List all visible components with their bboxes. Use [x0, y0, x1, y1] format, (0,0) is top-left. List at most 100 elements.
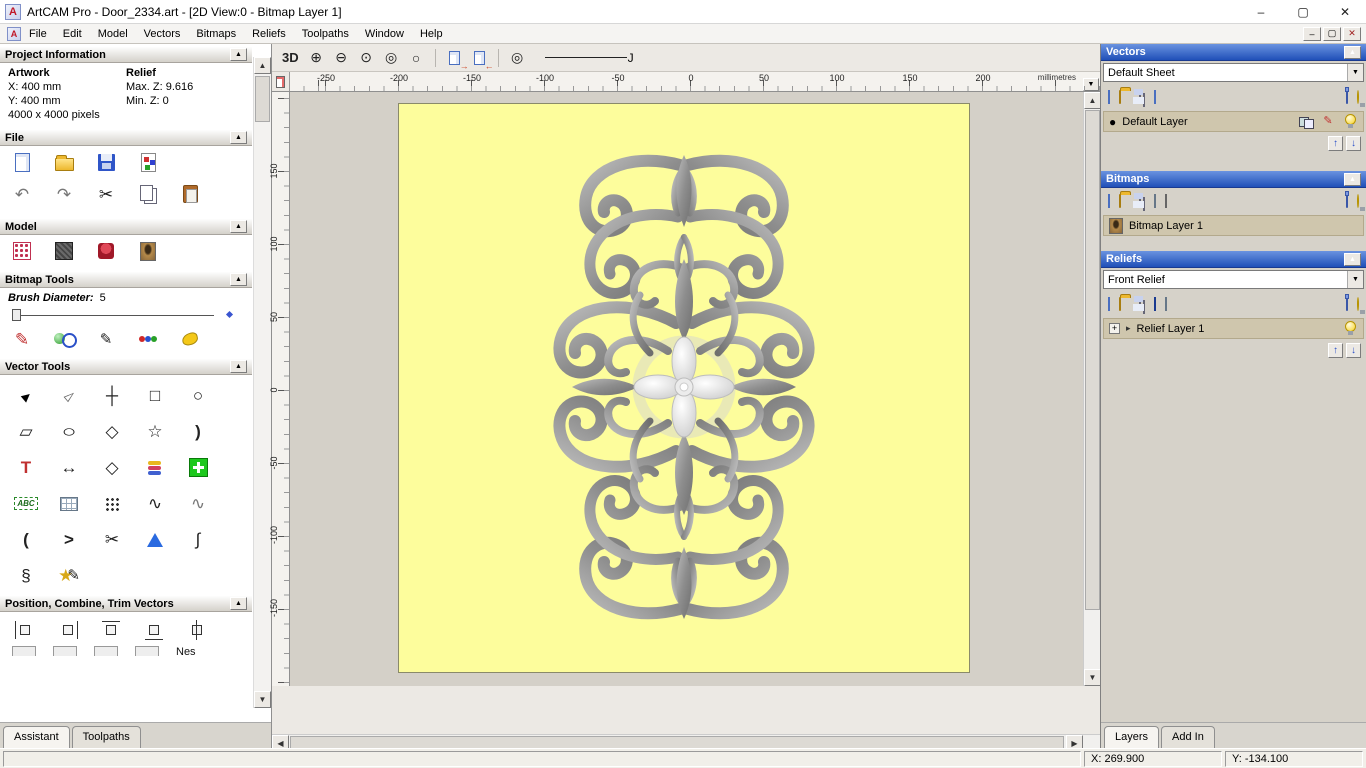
relief-layer-row[interactable]: + ▸ Relief Layer 1	[1103, 318, 1364, 339]
open-model-button[interactable]	[48, 148, 80, 176]
import-model-button[interactable]	[132, 148, 164, 176]
tab-add-in[interactable]: Add In	[1161, 726, 1215, 748]
merge-vector-layer-button[interactable]	[1154, 91, 1156, 103]
open-vector-layer-button[interactable]	[1119, 91, 1121, 103]
collapse-project-info-button[interactable]: ▲	[230, 48, 247, 61]
move-layer-down-button[interactable]: ↓	[1346, 136, 1361, 151]
align-centre-button[interactable]	[184, 618, 210, 642]
menu-bitmaps[interactable]: Bitmaps	[188, 26, 244, 42]
relief-grid-button[interactable]	[1165, 298, 1167, 310]
tool-fit-curve[interactable]: ∿	[135, 488, 175, 519]
zoom-in-button[interactable]: ⊕	[305, 47, 328, 69]
expand-arrow-icon[interactable]: ▸	[1126, 323, 1131, 334]
expand-plus-icon[interactable]: +	[1109, 323, 1120, 334]
tool-fillet[interactable]: >	[49, 524, 89, 555]
zoom-last-button[interactable]: ○	[405, 47, 428, 69]
paste-button[interactable]	[174, 180, 206, 208]
bitmap-grid-button[interactable]	[1154, 195, 1156, 207]
align-top-button[interactable]	[98, 618, 124, 642]
collapse-file-button[interactable]: ▲	[230, 131, 247, 144]
view-3d-button[interactable]: 3D	[278, 47, 303, 69]
zoom-out-button[interactable]: ⊖	[330, 47, 353, 69]
maximize-button[interactable]: ▢	[1282, 0, 1324, 23]
undo-button[interactable]: ↶	[6, 180, 38, 208]
brush-diameter-slider[interactable]	[10, 307, 240, 322]
model-invert-button[interactable]	[90, 237, 122, 265]
tool-create-rectangle[interactable]: □	[135, 380, 175, 411]
model-load-bitmap-button[interactable]	[132, 237, 164, 265]
tool-create-ellipse[interactable]: ○	[49, 416, 89, 447]
ruler-corner-button[interactable]	[272, 72, 290, 91]
open-bitmap-layer-button[interactable]	[1119, 195, 1121, 207]
collapse-reliefs-button[interactable]: ▲	[1344, 253, 1361, 266]
mdi-close-button[interactable]: ✕	[1343, 27, 1361, 41]
clipped-tool-button[interactable]	[53, 646, 77, 656]
new-bitmap-layer-button[interactable]	[1108, 195, 1110, 207]
new-vector-layer-button[interactable]	[1108, 91, 1110, 103]
layer-colour-button[interactable]: ✎	[1320, 114, 1336, 130]
relief-select[interactable]: Front Relief ▼	[1103, 270, 1364, 289]
relief-gem-button[interactable]	[1154, 298, 1156, 310]
tool-node-editing[interactable]: ▻	[49, 380, 89, 411]
collapse-model-button[interactable]: ▲	[230, 220, 247, 233]
redo-button[interactable]: ↷	[48, 180, 80, 208]
scroll-down-button[interactable]: ▼	[1084, 669, 1101, 686]
tool-measure[interactable]: ↔	[49, 452, 89, 483]
move-layer-up-button[interactable]: ↑	[1328, 343, 1343, 358]
sheet-select[interactable]: Default Sheet ▼	[1103, 63, 1364, 82]
zoom-previous-button[interactable]: ◎	[506, 47, 529, 69]
canvas-artboard[interactable]	[398, 103, 970, 673]
scroll-up-button[interactable]: ▲	[254, 57, 271, 74]
delete-relief-layer-button[interactable]	[1346, 298, 1348, 310]
tool-transform-vectors[interactable]: ┼	[92, 380, 132, 411]
scroll-down-button[interactable]: ▼	[254, 691, 271, 708]
tool-create-arc-segment[interactable]: (	[6, 524, 46, 555]
menu-edit[interactable]: Edit	[55, 26, 90, 42]
tool-offset-vectors[interactable]: ◇	[92, 452, 132, 483]
layer-visibility-button[interactable]	[1342, 114, 1358, 130]
mdi-restore-button[interactable]: ▢	[1323, 27, 1341, 41]
flood-fill-button[interactable]	[174, 325, 206, 353]
save-model-button[interactable]	[90, 148, 122, 176]
mdi-minimize-button[interactable]: –	[1303, 27, 1321, 41]
toggle-all-vectors-button[interactable]	[1357, 91, 1359, 103]
snapshot-prev-button[interactable]: ←	[468, 47, 491, 69]
colour-picker-button[interactable]	[132, 325, 164, 353]
tool-text-block[interactable]: ABC	[6, 488, 46, 519]
bitmap-layer-row[interactable]: Bitmap Layer 1	[1103, 215, 1364, 236]
clipped-tool-button[interactable]	[135, 646, 159, 656]
vertical-scrollbar[interactable]: ▲ ▼	[1083, 92, 1100, 686]
tool-create-text[interactable]: T	[6, 452, 46, 483]
new-relief-layer-button[interactable]	[1108, 298, 1110, 310]
menu-vectors[interactable]: Vectors	[136, 26, 189, 42]
tool-spline[interactable]: ∫	[178, 524, 218, 555]
tool-vector-texture[interactable]: ★✎	[49, 560, 89, 591]
scroll-thumb[interactable]	[1085, 110, 1100, 610]
zoom-object-button[interactable]: ⊙	[355, 47, 378, 69]
snapshot-next-button[interactable]: →	[443, 47, 466, 69]
scroll-up-button[interactable]: ▲	[1084, 92, 1101, 109]
slider-thumb[interactable]	[12, 309, 21, 321]
align-bottom-button[interactable]	[141, 618, 167, 642]
tool-unwrap-vectors[interactable]: §	[6, 560, 46, 591]
align-right-button[interactable]	[55, 618, 81, 642]
toggle-all-bitmaps-button[interactable]	[1357, 195, 1359, 207]
scroll-thumb[interactable]	[255, 76, 270, 122]
document-icon[interactable]: A	[7, 27, 21, 41]
clipped-tool-button[interactable]	[94, 646, 118, 656]
menu-model[interactable]: Model	[90, 26, 136, 42]
paint-selective-button[interactable]	[48, 325, 80, 353]
collapse-vector-tools-button[interactable]: ▲	[230, 360, 247, 373]
tool-select-vectors[interactable]: ►	[6, 380, 46, 411]
tool-block-paste[interactable]	[178, 452, 218, 483]
clipped-tool-button[interactable]	[12, 646, 36, 656]
new-model-button[interactable]	[6, 148, 38, 176]
cut-button[interactable]: ✂	[90, 180, 122, 208]
menu-toolpaths[interactable]: Toolpaths	[294, 26, 357, 42]
collapse-position-button[interactable]: ▲	[230, 597, 247, 610]
tool-wrap-vectors[interactable]	[135, 452, 175, 483]
tool-create-polyline[interactable]: ▱	[6, 416, 46, 447]
model-texture-button[interactable]	[6, 237, 38, 265]
draw-tool-button[interactable]: ✎	[90, 325, 122, 353]
model-greyscale-button[interactable]	[48, 237, 80, 265]
